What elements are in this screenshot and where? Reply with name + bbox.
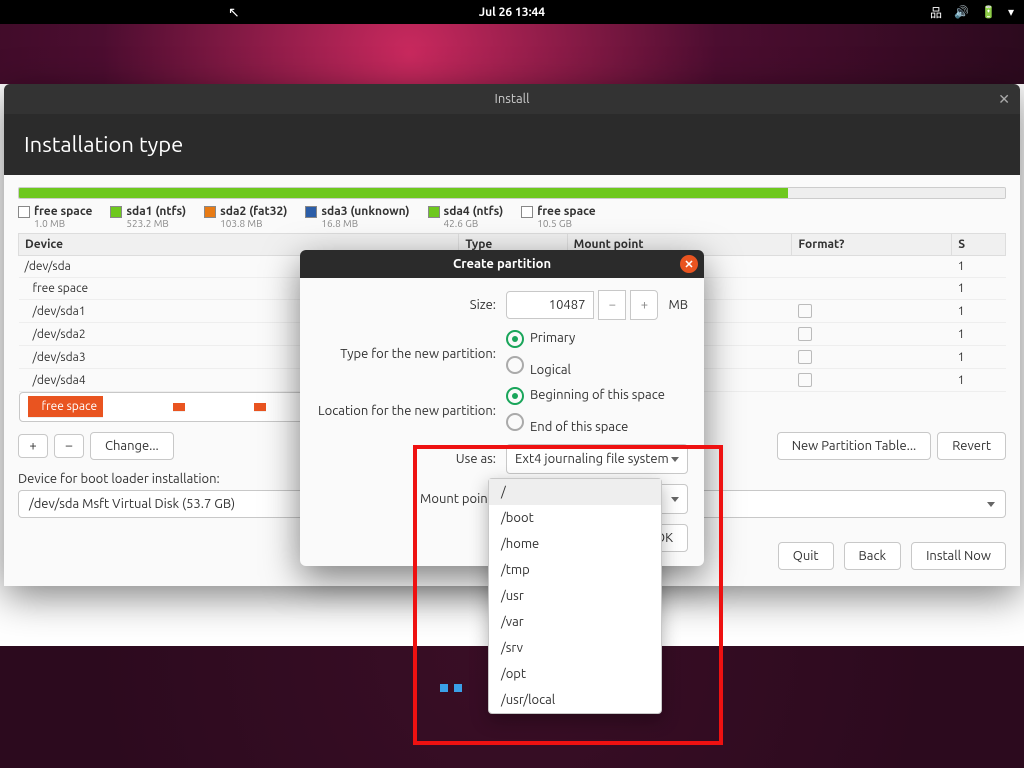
disk-usage-bar [18, 187, 1006, 199]
legend-item: sda1 (ntfs)523.2 MB [110, 205, 186, 229]
remove-partition-button[interactable]: – [54, 434, 84, 458]
dialog-close-icon[interactable]: ✕ [680, 255, 698, 273]
location-end-radio[interactable]: End of this space [506, 413, 628, 434]
chevron-down-icon [671, 457, 679, 462]
mount-option[interactable]: /boot [489, 505, 661, 531]
mount-option[interactable]: /usr [489, 583, 661, 609]
window-title: Install [495, 92, 530, 106]
partition-type-primary-radio[interactable]: Primary [506, 330, 575, 348]
size-label: Size: [316, 298, 506, 312]
network-icon[interactable]: 品 [930, 4, 942, 21]
use-as-label: Use as: [316, 452, 506, 466]
dialog-title: Create partition [453, 257, 551, 271]
size-input[interactable]: 10487 [506, 291, 594, 319]
partition-location-label: Location for the new partition: [316, 404, 506, 418]
partition-type-logical-radio[interactable]: Logical [506, 356, 571, 377]
system-tray[interactable]: 品 🔊 🔋 ▾ [930, 4, 1014, 21]
bootloader-device-value: /dev/sda Msft Virtual Disk (53.7 GB) [29, 497, 235, 511]
use-as-select[interactable]: Ext4 journaling file system [506, 444, 688, 474]
chevron-down-icon[interactable]: ▾ [1008, 5, 1014, 19]
topbar-clock[interactable]: Jul 26 13:44 [479, 6, 545, 19]
page-title: Installation type [4, 114, 1020, 175]
mount-option[interactable]: /var [489, 609, 661, 635]
size-increment-button[interactable]: + [630, 290, 658, 320]
desktop-background-top [0, 24, 1024, 84]
window-close-icon[interactable]: ✕ [998, 91, 1010, 108]
mount-option[interactable]: / [489, 479, 661, 505]
new-partition-table-button[interactable]: New Partition Table... [777, 432, 932, 460]
format-checkbox[interactable] [798, 304, 812, 318]
chevron-down-icon [671, 497, 679, 502]
add-partition-button[interactable]: + [18, 434, 48, 458]
partition-type-label: Type for the new partition: [316, 347, 506, 361]
mount-option[interactable]: /home [489, 531, 661, 557]
mount-point-label: Mount point: [316, 492, 506, 506]
legend-item: sda2 (fat32)103.8 MB [204, 205, 287, 229]
location-beginning-radio[interactable]: Beginning of this space [506, 387, 665, 405]
format-checkbox[interactable] [798, 350, 812, 364]
size-decrement-button[interactable]: − [598, 290, 626, 320]
window-titlebar[interactable]: Install ✕ [4, 84, 1020, 114]
legend-item: sda4 (ntfs)42.6 GB [428, 205, 504, 229]
mouse-cursor-icon: ↖ [228, 4, 240, 21]
partition-legend: free space1.0 MB sda1 (ntfs)523.2 MB sda2 … [18, 205, 1006, 229]
volume-icon[interactable]: 🔊 [954, 5, 969, 19]
mount-option[interactable]: /tmp [489, 557, 661, 583]
slideshow-pager [440, 684, 462, 692]
install-now-button[interactable]: Install Now [911, 542, 1006, 570]
col-format[interactable]: Format? [792, 234, 952, 256]
back-button[interactable]: Back [844, 542, 902, 570]
mount-option[interactable]: /srv [489, 635, 661, 661]
format-checkbox[interactable] [798, 373, 812, 387]
quit-button[interactable]: Quit [778, 542, 834, 570]
mount-point-dropdown[interactable]: //boot/home/tmp/usr/var/srv/opt/usr/loca… [488, 478, 662, 714]
legend-item: free space1.0 MB [18, 205, 92, 229]
battery-icon[interactable]: 🔋 [981, 5, 996, 19]
legend-item: sda3 (unknown)16.8 MB [305, 205, 409, 229]
mount-option[interactable]: /usr/local [489, 687, 661, 713]
size-unit: MB [668, 298, 688, 312]
chevron-down-icon [987, 502, 995, 507]
gnome-topbar: ↖ Jul 26 13:44 品 🔊 🔋 ▾ [0, 0, 1024, 24]
col-more[interactable]: S [952, 234, 1006, 256]
dialog-titlebar[interactable]: Create partition ✕ [300, 250, 704, 278]
format-checkbox[interactable] [798, 327, 812, 341]
change-partition-button[interactable]: Change... [90, 432, 174, 460]
mount-option[interactable]: /opt [489, 661, 661, 687]
revert-button[interactable]: Revert [937, 432, 1006, 460]
legend-item: free space10.5 GB [521, 205, 595, 229]
